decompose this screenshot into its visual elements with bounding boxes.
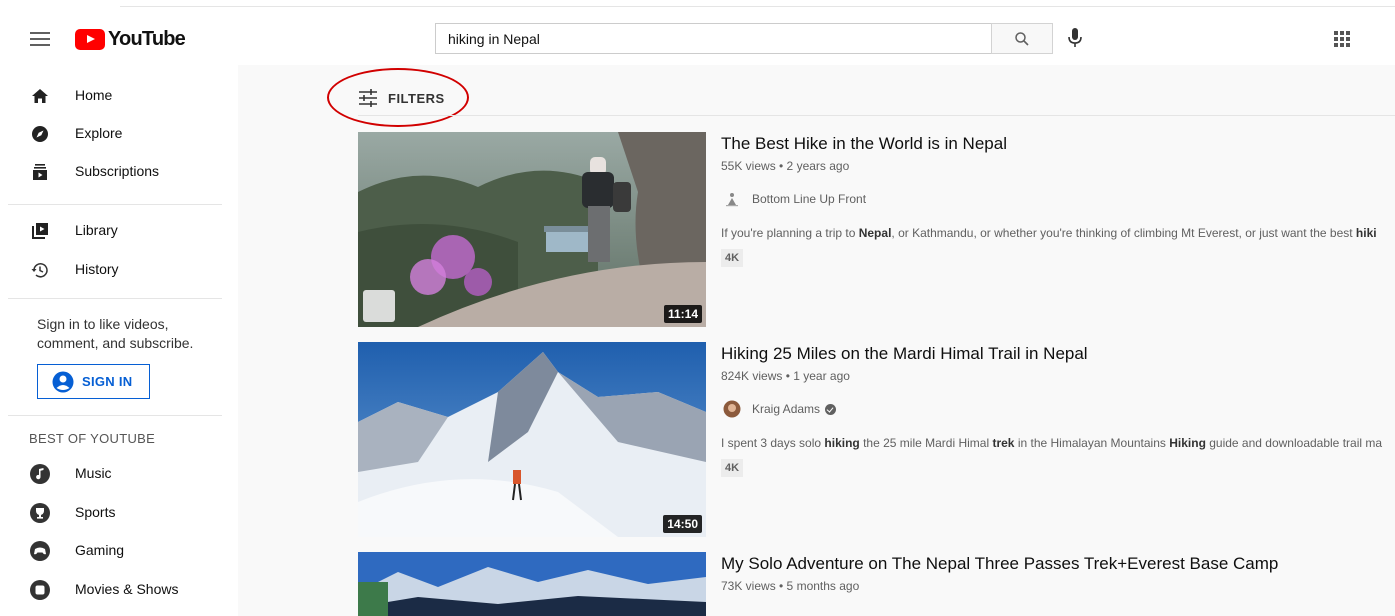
video-title[interactable]: The Best Hike in the World is in Nepal	[721, 134, 1007, 154]
channel-name: Kraig Adams	[752, 402, 821, 416]
sidebar-item-label: Gaming	[75, 542, 125, 558]
video-thumbnail[interactable]: 14:50	[358, 342, 706, 537]
video-duration: 14:50	[663, 515, 702, 533]
sidebar-item-label: Music	[75, 465, 112, 481]
apps-grid-icon[interactable]	[1333, 30, 1351, 48]
highlight-annotation-circle	[327, 68, 469, 127]
sidebar-item-library[interactable]: Library	[0, 211, 238, 249]
sidebar-item-label: Explore	[75, 125, 123, 141]
logo-text: YouTube	[108, 27, 186, 50]
sidebar-item-label: Library	[75, 222, 118, 238]
trophy-icon	[30, 503, 50, 523]
video-title[interactable]: Hiking 25 Miles on the Mardi Himal Trail…	[721, 344, 1088, 364]
quality-badge: 4K	[721, 459, 744, 477]
play-logo-icon	[75, 28, 105, 50]
sidebar-item-label: Subscriptions	[75, 163, 160, 179]
channel-watermark	[363, 290, 395, 322]
sidebar-item-history[interactable]: History	[0, 250, 238, 288]
microphone-icon[interactable]	[1066, 27, 1084, 49]
channel-link[interactable]: Kraig Adams	[721, 400, 837, 418]
channel-link[interactable]: Bottom Line Up Front	[721, 190, 866, 208]
sign-in-button[interactable]: SIGN IN	[37, 364, 150, 399]
video-thumbnail[interactable]	[358, 552, 706, 616]
sidebar-item-gaming[interactable]: Gaming	[0, 531, 238, 569]
compass-icon	[32, 126, 48, 142]
sidebar-item-movies-shows[interactable]: Movies & Shows	[0, 570, 238, 608]
library-icon	[32, 223, 48, 239]
video-description: I spent 3 days solo hiking the 25 mile M…	[721, 436, 1383, 450]
quality-badge: 4K	[721, 249, 744, 267]
sidebar-item-sports[interactable]: Sports	[0, 493, 238, 531]
channel-avatar	[721, 400, 743, 418]
sidebar-item-explore[interactable]: Explore	[0, 114, 238, 152]
masthead: YouTube	[0, 10, 1395, 65]
sidebar-divider	[8, 298, 222, 299]
thumbnail-image	[358, 132, 706, 327]
search-bar	[435, 23, 1053, 54]
film-icon	[30, 580, 50, 600]
top-strip-line	[120, 6, 1395, 7]
filters-divider	[358, 115, 1395, 116]
video-result[interactable]: 11:14 The Best Hike in the World is in N…	[358, 132, 1395, 327]
video-meta: 55K views • 2 years ago	[721, 159, 850, 173]
video-meta: 824K views • 1 year ago	[721, 369, 850, 383]
music-icon	[30, 464, 50, 484]
sidebar-item-label: Movies & Shows	[75, 581, 179, 597]
video-description: If you're planning a trip to Nepal, or K…	[721, 226, 1377, 240]
video-result[interactable]: 14:50 Hiking 25 Miles on the Mardi Himal…	[358, 342, 1395, 537]
avatar-icon	[723, 400, 741, 418]
youtube-logo[interactable]: YouTube	[75, 27, 186, 50]
account-icon	[52, 371, 74, 392]
home-icon	[32, 89, 48, 103]
sidebar-divider	[8, 415, 222, 416]
signin-prompt: Sign in to like videos, comment, and sub…	[37, 316, 194, 351]
video-meta: 73K views • 5 months ago	[721, 579, 860, 593]
gamepad-icon	[30, 541, 50, 561]
thumbnail-image	[358, 552, 706, 616]
video-result[interactable]: My Solo Adventure on The Nepal Three Pas…	[358, 552, 1395, 616]
video-thumbnail[interactable]: 11:14	[358, 132, 706, 327]
channel-avatar	[721, 190, 743, 208]
thumbnail-image	[358, 342, 706, 537]
person-icon	[726, 193, 738, 207]
verified-check-icon	[825, 403, 837, 415]
sidebar-item-label: History	[75, 261, 119, 277]
search-icon	[1015, 31, 1029, 46]
sidebar-item-subscriptions[interactable]: Subscriptions	[0, 152, 238, 190]
sidebar-item-music[interactable]: Music	[0, 454, 238, 492]
top-strip	[0, 0, 1395, 10]
sidebar-item-home[interactable]: Home	[0, 76, 238, 114]
video-duration: 11:14	[663, 305, 702, 323]
best-of-youtube-title: BEST OF YOUTUBE	[29, 431, 156, 446]
menu-icon[interactable]	[30, 32, 50, 46]
subscriptions-icon	[33, 164, 47, 180]
channel-name: Bottom Line Up Front	[752, 192, 867, 206]
sidebar-divider	[8, 204, 222, 205]
sign-in-label: SIGN IN	[82, 374, 133, 389]
sidebar-item-label: Sports	[75, 504, 116, 520]
search-button[interactable]	[991, 23, 1053, 54]
history-icon	[31, 263, 48, 278]
sidebar-item-label: Home	[75, 87, 113, 103]
sidebar: Home Explore Subscriptions Library Histo…	[0, 65, 238, 616]
video-title[interactable]: My Solo Adventure on The Nepal Three Pas…	[721, 554, 1278, 574]
search-input[interactable]	[435, 23, 991, 54]
